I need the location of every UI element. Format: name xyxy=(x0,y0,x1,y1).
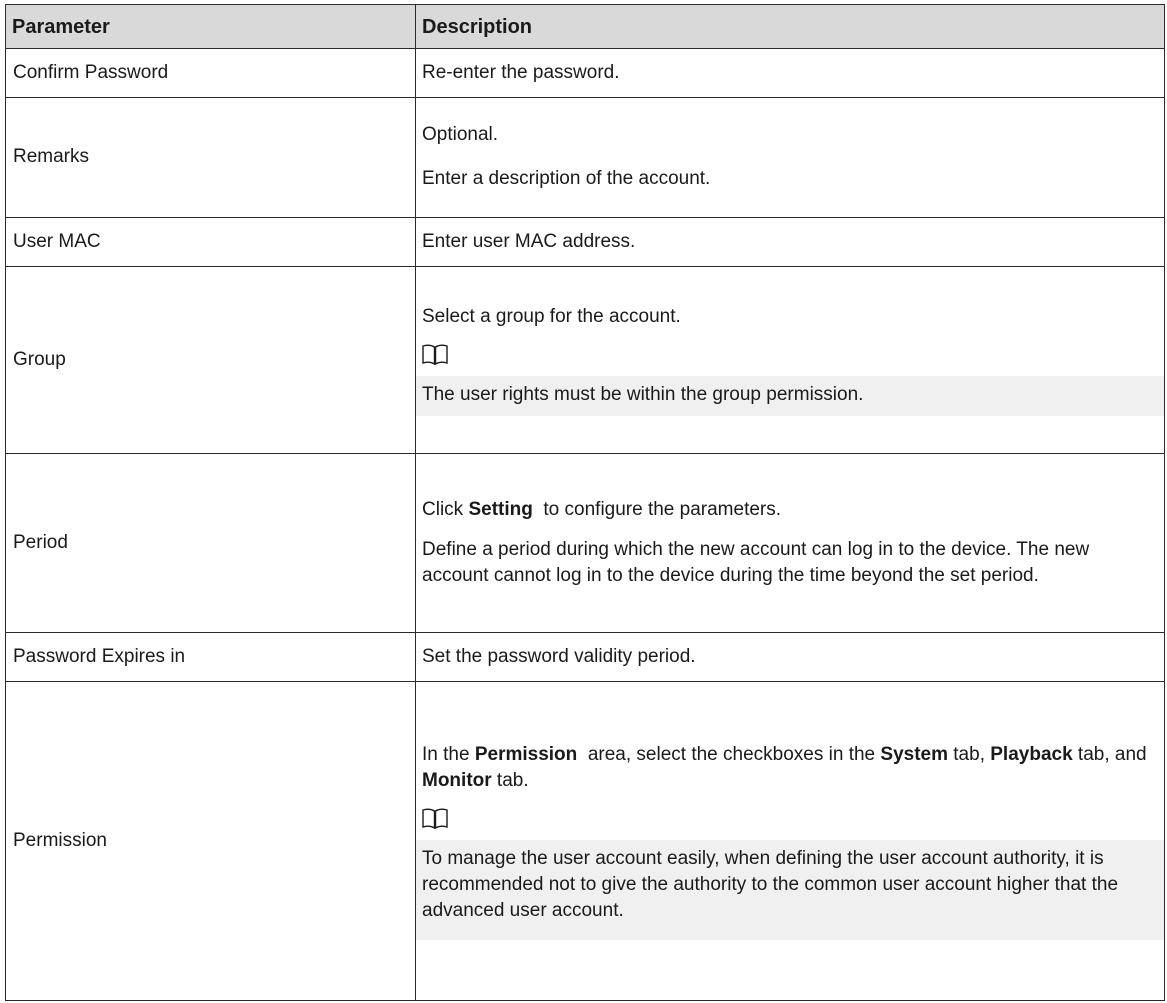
text-run: Click xyxy=(422,498,469,520)
param-name: User MAC xyxy=(5,216,416,267)
description-line: Define a period during which the new acc… xyxy=(422,538,1090,586)
text-run: In the xyxy=(422,743,475,765)
table-header-row: Parameter Description xyxy=(5,4,1165,49)
text-run: area, select the checkboxes in the xyxy=(577,743,881,765)
note-text: The user rights must be within the group… xyxy=(416,375,1164,416)
parameter-table: Parameter Description Confirm Password R… xyxy=(5,4,1165,1002)
header-parameter: Parameter xyxy=(5,4,416,49)
text-run: tab. xyxy=(491,769,529,791)
param-description: Optional. Enter a description of the acc… xyxy=(415,97,1165,218)
table-row: Period Click Setting to configure the pa… xyxy=(5,453,1165,633)
description-line: Select a group for the account. xyxy=(422,305,681,327)
header-description: Description xyxy=(415,4,1165,49)
param-description: Click Setting to configure the parameter… xyxy=(415,453,1165,633)
description-line: Enter a description of the account. xyxy=(422,168,711,190)
param-name: Group xyxy=(5,265,416,455)
text-run: to configure the parameters. xyxy=(532,498,782,520)
table-row: Password Expires in Set the password val… xyxy=(5,631,1165,682)
param-name: Period xyxy=(5,453,416,633)
description-line: In the Permission area, select the check… xyxy=(422,742,1156,794)
system-keyword: System xyxy=(880,743,948,765)
param-description: Set the password validity period. xyxy=(415,631,1165,682)
table-row: Permission In the Permission area, selec… xyxy=(5,680,1165,1002)
table-row: Group Select a group for the account. Th… xyxy=(5,265,1165,455)
table-row: User MAC Enter user MAC address. xyxy=(5,216,1165,267)
permission-keyword: Permission xyxy=(474,743,578,765)
param-description: Select a group for the account. The user… xyxy=(415,265,1165,455)
text-run: tab, xyxy=(948,743,991,765)
note-text: To manage the user account easily, when … xyxy=(416,839,1164,940)
table-row: Remarks Optional. Enter a description of… xyxy=(5,97,1165,218)
param-name: Password Expires in xyxy=(5,631,416,682)
description-line: Click Setting to configure the parameter… xyxy=(422,497,1156,523)
param-description: Re-enter the password. xyxy=(415,47,1165,99)
description-line: Optional. xyxy=(422,124,499,146)
table-row: Confirm Password Re-enter the password. xyxy=(5,47,1165,99)
param-name: Permission xyxy=(5,680,416,1002)
param-description: Enter user MAC address. xyxy=(415,216,1165,267)
book-note-icon xyxy=(422,344,448,366)
param-name: Remarks xyxy=(5,97,416,218)
setting-keyword: Setting xyxy=(468,498,533,520)
book-note-icon xyxy=(422,808,448,830)
param-description: In the Permission area, select the check… xyxy=(415,680,1165,1002)
playback-keyword: Playback xyxy=(990,743,1073,765)
text-run: tab, and xyxy=(1072,743,1147,765)
monitor-keyword: Monitor xyxy=(422,769,492,791)
param-name: Confirm Password xyxy=(5,47,416,99)
